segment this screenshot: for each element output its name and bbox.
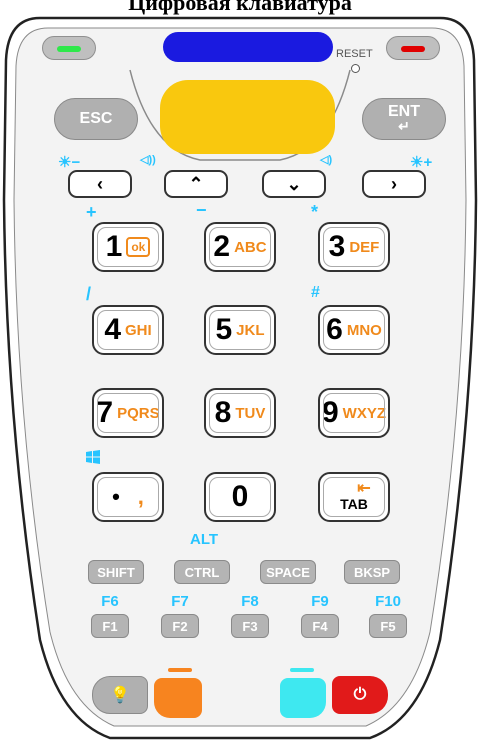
key-4-digit: 4 [104,313,121,346]
up-arrow-button[interactable]: ⌃ [164,170,228,198]
orange-key[interactable] [154,678,202,718]
key-1-digit: 1 [105,230,123,263]
power-button[interactable]: ⏻ [332,676,388,714]
right-arrow-button[interactable]: › [362,170,426,198]
bksp-button[interactable]: BKSP [344,560,400,584]
key-8-digit: 8 [214,396,232,429]
volume-down-label: ◁) [320,154,333,166]
shift-button[interactable]: SHIFT [88,560,144,584]
key-5-letters: JKL [236,321,265,339]
lightbulb-icon: 💡 [110,687,130,704]
key-2[interactable]: 2 ABC [204,222,276,272]
ok-icon: ok [126,237,151,257]
key-8-letters: TUV [235,404,266,422]
cyan-key[interactable] [280,678,326,718]
scan-button-main[interactable] [160,80,335,154]
esc-button[interactable]: ESC [54,98,138,140]
slash-label: / [86,284,92,304]
key-3-letters: DEF [349,238,380,256]
bksp-label: BKSP [353,564,391,580]
shift-label: SHIFT [97,564,135,580]
scan-button-top[interactable] [163,32,333,62]
cyan-indicator [290,668,314,672]
light-button[interactable]: 💡 [92,676,148,714]
reset-label: RESET [336,48,373,60]
f1-button[interactable]: F1 [91,614,129,638]
key-3-digit: 3 [328,230,346,263]
key-9-digit: 9 [321,396,339,429]
right-side-button[interactable] [386,36,440,60]
chevron-up-icon: ⌃ [188,173,204,194]
f4-button[interactable]: F4 [301,614,339,638]
key-6-letters: MNO [346,321,382,339]
key-9[interactable]: 9 WXYZ [318,388,390,438]
enter-arrow-icon: ↵ [398,118,410,134]
alt-label: ALT [190,531,219,548]
ent-button[interactable]: ENT ↵ [362,98,446,140]
ent-label: ENT [388,103,420,120]
f2-button[interactable]: F2 [161,614,199,638]
key-7-letters: PQRS [117,404,160,422]
page-title: Цифровая клавиатура [128,0,352,15]
left-arrow-button[interactable]: ‹ [68,170,132,198]
key-8[interactable]: 8 TUV [204,388,276,438]
orange-indicator [168,668,192,672]
f8-label: F8 [241,593,259,610]
left-side-button[interactable] [42,36,96,60]
tab-label: TAB [340,496,368,512]
windows-icon [86,450,100,469]
f9-label: F9 [311,593,329,610]
key-5[interactable]: 5 JKL [204,305,276,355]
esc-label: ESC [79,110,113,127]
key-2-letters: ABC [234,238,267,256]
key-2-digit: 2 [213,230,231,263]
f10-label: F10 [375,593,401,610]
key-5-digit: 5 [215,313,233,346]
brightness-down-label: ☀− [58,154,81,171]
space-button[interactable]: SPACE [260,560,316,584]
f7-label: F7 [171,593,189,610]
plus-label: + [86,202,97,222]
volume-up-label: ◁)) [140,154,156,166]
reset-button[interactable] [351,64,360,73]
down-arrow-button[interactable]: ⌄ [262,170,326,198]
chevron-right-icon: › [391,173,397,194]
minus-label: − [196,200,207,220]
chevron-down-icon: ⌄ [286,173,302,194]
hash-label: # [311,284,320,301]
key-7[interactable]: 7 PQRS [92,388,164,438]
f5-button[interactable]: F5 [369,614,407,638]
space-label: SPACE [266,564,310,580]
dot-comma-key[interactable]: • , [92,472,164,522]
red-led-icon [401,46,425,52]
ctrl-label: CTRL [184,564,220,580]
key-4-letters: GHI [125,321,152,339]
key-6-digit: 6 [326,313,343,346]
dot-label: • [112,484,120,509]
f3-button[interactable]: F3 [231,614,269,638]
f5-label: F5 [380,618,396,634]
power-icon: ⏻ [353,686,367,703]
key-3[interactable]: 3 DEF [318,222,390,272]
tab-key[interactable]: ⇤ TAB [318,472,390,522]
f4-label: F4 [312,618,328,634]
key-6[interactable]: 6 MNO [318,305,390,355]
key-0[interactable]: 0 [204,472,276,522]
chevron-left-icon: ‹ [97,173,103,194]
f2-label: F2 [172,618,188,634]
star-label: * [311,202,319,222]
f1-label: F1 [102,618,118,634]
key-1[interactable]: 1 ok [92,222,164,272]
f3-label: F3 [242,618,258,634]
f6-label: F6 [101,593,119,610]
key-0-digit: 0 [231,480,249,513]
key-7-digit: 7 [96,396,114,429]
green-led-icon [57,46,81,52]
comma-label: , [137,484,144,509]
key-9-letters: WXYZ [342,404,387,422]
tab-arrow-icon: ⇤ [357,480,371,497]
brightness-up-label: ☀+ [410,154,433,171]
key-4[interactable]: 4 GHI [92,305,164,355]
ctrl-button[interactable]: CTRL [174,560,230,584]
